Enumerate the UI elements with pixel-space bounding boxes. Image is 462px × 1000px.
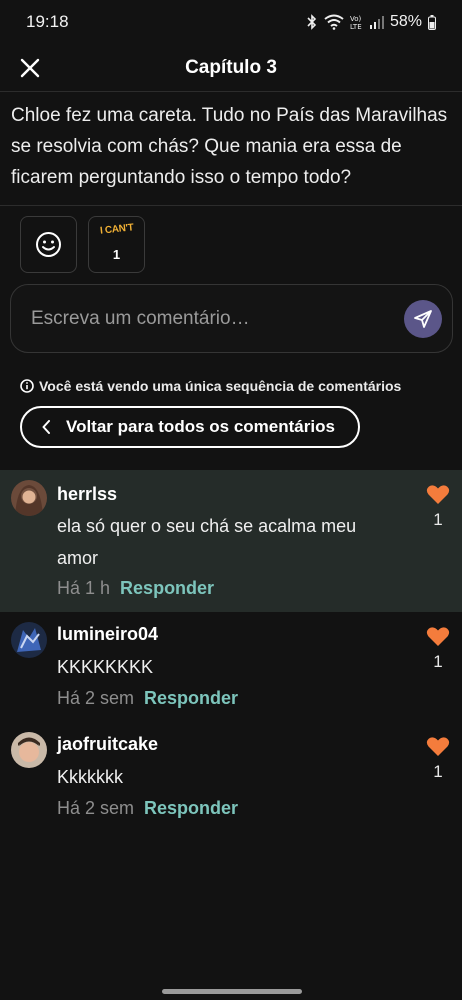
comment-meta: Há 2 sem Responder bbox=[57, 688, 238, 709]
home-indicator[interactable] bbox=[162, 989, 302, 994]
send-button[interactable] bbox=[404, 300, 442, 338]
comment-text: KKKKKKKK bbox=[57, 657, 154, 677]
sticker-reaction-icant[interactable]: I CAN'T 1 bbox=[88, 216, 145, 273]
bluetooth-icon bbox=[307, 14, 317, 30]
comment-username[interactable]: jaofruitcake bbox=[57, 734, 158, 755]
avatar[interactable] bbox=[11, 622, 47, 658]
like-button[interactable]: 1 bbox=[426, 736, 450, 782]
wifi-icon bbox=[324, 14, 344, 30]
sticker-reaction-count: 1 bbox=[112, 246, 121, 262]
comment-timestamp: Há 1 h bbox=[57, 578, 111, 598]
battery-percentage: 58% bbox=[389, 13, 422, 30]
svg-text:LTE: LTE bbox=[350, 23, 362, 30]
info-icon bbox=[20, 379, 34, 393]
heart-icon bbox=[426, 627, 450, 646]
thread-notice-text: Você está vendo uma única sequência de c… bbox=[39, 378, 402, 394]
status-time: 19:18 bbox=[26, 12, 69, 31]
comment-item: lumineiro04 KKKKKKKK Há 2 sem Responder … bbox=[0, 612, 462, 722]
chevron-left-icon bbox=[42, 420, 50, 434]
icant-sticker-label: I CAN'T bbox=[99, 221, 134, 237]
comment-username[interactable]: herrlss bbox=[57, 484, 117, 505]
comment-text: Kkkkkkk bbox=[57, 767, 124, 787]
thread-notice: Você está vendo uma única sequência de c… bbox=[20, 378, 401, 394]
smiley-icon bbox=[36, 232, 61, 257]
comment-item: jaofruitcake Kkkkkkk Há 2 sem Responder … bbox=[0, 722, 462, 832]
volte-icon: Vo)LTE bbox=[350, 15, 362, 30]
reply-button[interactable]: Responder bbox=[144, 688, 238, 709]
close-button[interactable] bbox=[14, 52, 46, 84]
comment-box bbox=[10, 284, 453, 353]
reply-button[interactable]: Responder bbox=[144, 798, 238, 819]
page-title: Capítulo 3 bbox=[185, 56, 277, 78]
svg-text:Vo): Vo) bbox=[350, 15, 362, 23]
chapter-excerpt: Chloe fez uma careta. Tudo no País das M… bbox=[11, 105, 448, 188]
avatar[interactable] bbox=[11, 732, 47, 768]
like-count: 1 bbox=[433, 652, 443, 671]
like-button[interactable]: 1 bbox=[426, 484, 450, 530]
heart-icon bbox=[426, 485, 450, 504]
back-button-label: Voltar para todos os comentários bbox=[66, 417, 335, 436]
status-bar: 19:18 Vo) LTE 58% bbox=[0, 0, 462, 44]
avatar[interactable] bbox=[11, 480, 47, 516]
comment-item: herrlss ela só quer o seu chá se acalma … bbox=[0, 470, 462, 612]
close-icon bbox=[20, 58, 40, 78]
comment-input[interactable] bbox=[31, 307, 391, 330]
send-icon bbox=[414, 310, 432, 328]
like-button[interactable]: 1 bbox=[426, 626, 450, 672]
heart-icon bbox=[426, 737, 450, 756]
divider bbox=[0, 205, 462, 206]
battery-icon bbox=[428, 14, 436, 30]
comment-username[interactable]: lumineiro04 bbox=[57, 624, 158, 645]
like-count: 1 bbox=[433, 510, 443, 529]
comment-meta: Há 2 sem Responder bbox=[57, 798, 238, 819]
reply-button[interactable]: Responder bbox=[120, 578, 214, 599]
back-to-all-comments-button[interactable]: Voltar para todos os comentários bbox=[20, 406, 360, 448]
like-count: 1 bbox=[433, 762, 443, 781]
comment-timestamp: Há 2 sem bbox=[57, 798, 135, 818]
comment-text: ela só quer o seu chá se acalma meu amor bbox=[57, 516, 357, 568]
top-bar: Capítulo 3 bbox=[0, 44, 462, 92]
status-icons: Vo) LTE 58% bbox=[306, 13, 436, 31]
add-reaction-button[interactable] bbox=[20, 216, 77, 273]
comment-timestamp: Há 2 sem bbox=[57, 688, 135, 708]
signal-icon bbox=[369, 16, 384, 29]
comment-meta: Há 1 h Responder bbox=[57, 578, 214, 599]
